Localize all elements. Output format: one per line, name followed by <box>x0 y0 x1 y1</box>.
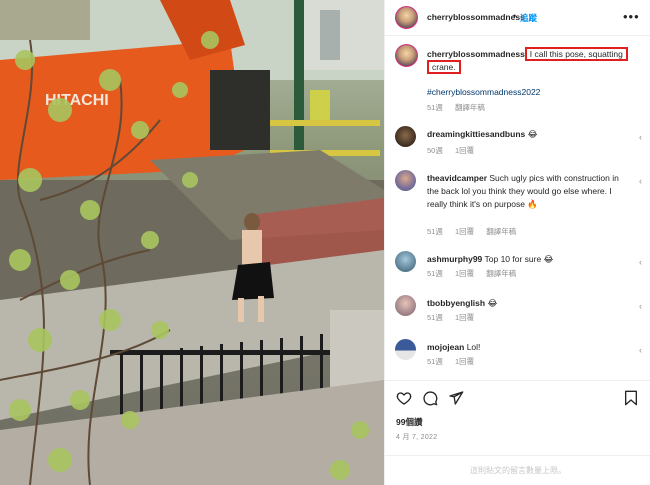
reply-link[interactable]: 1回覆 <box>455 146 474 155</box>
post-date: 4 月 7, 2022 <box>396 434 438 441</box>
heart-icon[interactable]: ‹ <box>639 176 642 186</box>
comment-age: 51週 <box>427 269 443 278</box>
heart-icon[interactable] <box>396 390 412 406</box>
comment-meta: 51週 1回覆 翻譯年稿 <box>427 226 526 237</box>
caption-text-line2: crane. <box>432 62 456 72</box>
comment-body: theavidcamper Such ugly pics with constr… <box>427 172 627 211</box>
caption-username[interactable]: cherryblossommadness <box>427 49 525 59</box>
translate-link[interactable]: 翻譯年稿 <box>455 103 485 112</box>
comments-panel: cherryblossommadness • 追蹤 ••• cherryblos… <box>384 0 650 485</box>
comment-username[interactable]: dreamingkittiesandbuns <box>427 129 525 139</box>
likes-count[interactable]: 99個讚 <box>396 416 422 428</box>
comment-age: 51週 <box>427 313 443 322</box>
separator-dot: • <box>513 11 517 21</box>
comment-username[interactable]: tbobbyenglish <box>427 298 485 308</box>
instagram-post-viewer: HITACHI cherryblossommadness • 追蹤 ••• ch… <box>0 0 650 485</box>
reply-link[interactable]: 1回覆 <box>455 227 474 236</box>
caption-body: cherryblossommadness I call this pose, sq… <box>427 47 645 74</box>
comment-body: ashmurphy99 Top 10 for sure 😂 <box>427 253 627 266</box>
comment-body: dreamingkittiesandbuns 😂 <box>427 128 627 141</box>
caption-age: 51週 <box>427 103 443 112</box>
reply-link[interactable]: 1回覆 <box>455 269 474 278</box>
avatar[interactable] <box>395 126 416 147</box>
caption-meta: 51週 翻譯年稿 <box>427 102 495 113</box>
comment-meta: 51週 1回覆 <box>427 312 484 323</box>
comment-meta: 51週 1回覆 <box>427 356 484 367</box>
comment-username[interactable]: mojojean <box>427 342 464 352</box>
bookmark-icon[interactable] <box>624 390 638 406</box>
comment-text: Top 10 for sure 😂 <box>484 254 554 264</box>
photo-illustration: HITACHI <box>0 0 384 485</box>
heart-icon[interactable]: ‹ <box>639 345 642 355</box>
action-bar <box>385 380 650 410</box>
avatar[interactable] <box>395 295 416 316</box>
comment-text: Lol! <box>466 342 481 352</box>
heart-icon[interactable]: ‹ <box>639 301 642 311</box>
comment-age: 50週 <box>427 146 443 155</box>
send-icon[interactable] <box>448 390 464 406</box>
avatar[interactable] <box>395 44 418 67</box>
avatar[interactable] <box>395 170 416 191</box>
post-header: cherryblossommadness • 追蹤 ••• <box>385 0 650 36</box>
comment-text: 😂 <box>487 298 498 308</box>
heart-icon[interactable]: ‹ <box>639 257 642 267</box>
heart-icon[interactable]: ‹ <box>639 132 642 142</box>
post-photo[interactable]: HITACHI <box>0 0 384 485</box>
translate-link[interactable]: 翻譯年稿 <box>486 227 516 236</box>
comment-icon[interactable] <box>422 390 438 406</box>
comment-meta: 50週 1回覆 <box>427 145 484 156</box>
comment-age: 51週 <box>427 357 443 366</box>
reply-link[interactable]: 1回覆 <box>455 313 474 322</box>
comment-age: 51週 <box>427 227 443 236</box>
comment-username[interactable]: theavidcamper <box>427 173 487 183</box>
avatar[interactable] <box>395 251 416 272</box>
avatar[interactable] <box>395 6 418 29</box>
more-options-icon[interactable]: ••• <box>623 9 640 24</box>
caption-text-line1: I call this pose, squatting <box>529 49 623 59</box>
caption-text-highlight-2: crane. <box>427 60 461 74</box>
comment-meta: 51週 1回覆 翻譯年稿 <box>427 268 526 279</box>
comment-text: 😂 <box>527 129 538 139</box>
translate-link[interactable]: 翻譯年稿 <box>486 269 516 278</box>
reply-link[interactable]: 1回覆 <box>455 357 474 366</box>
caption-text-highlight: I call this pose, squatting <box>524 47 628 61</box>
comment-body: tbobbyenglish 😂 <box>427 297 627 310</box>
comment-body: mojojean Lol! <box>427 341 627 354</box>
comment-username[interactable]: ashmurphy99 <box>427 254 482 264</box>
header-username[interactable]: cherryblossommadness <box>427 12 525 22</box>
comments-limited-note: 這則貼文的留言數量上限。 <box>385 455 650 485</box>
hashtag-link[interactable]: #cherryblossommadness2022 <box>427 87 540 97</box>
follow-button[interactable]: 追蹤 <box>520 12 537 24</box>
avatar[interactable] <box>395 339 416 360</box>
